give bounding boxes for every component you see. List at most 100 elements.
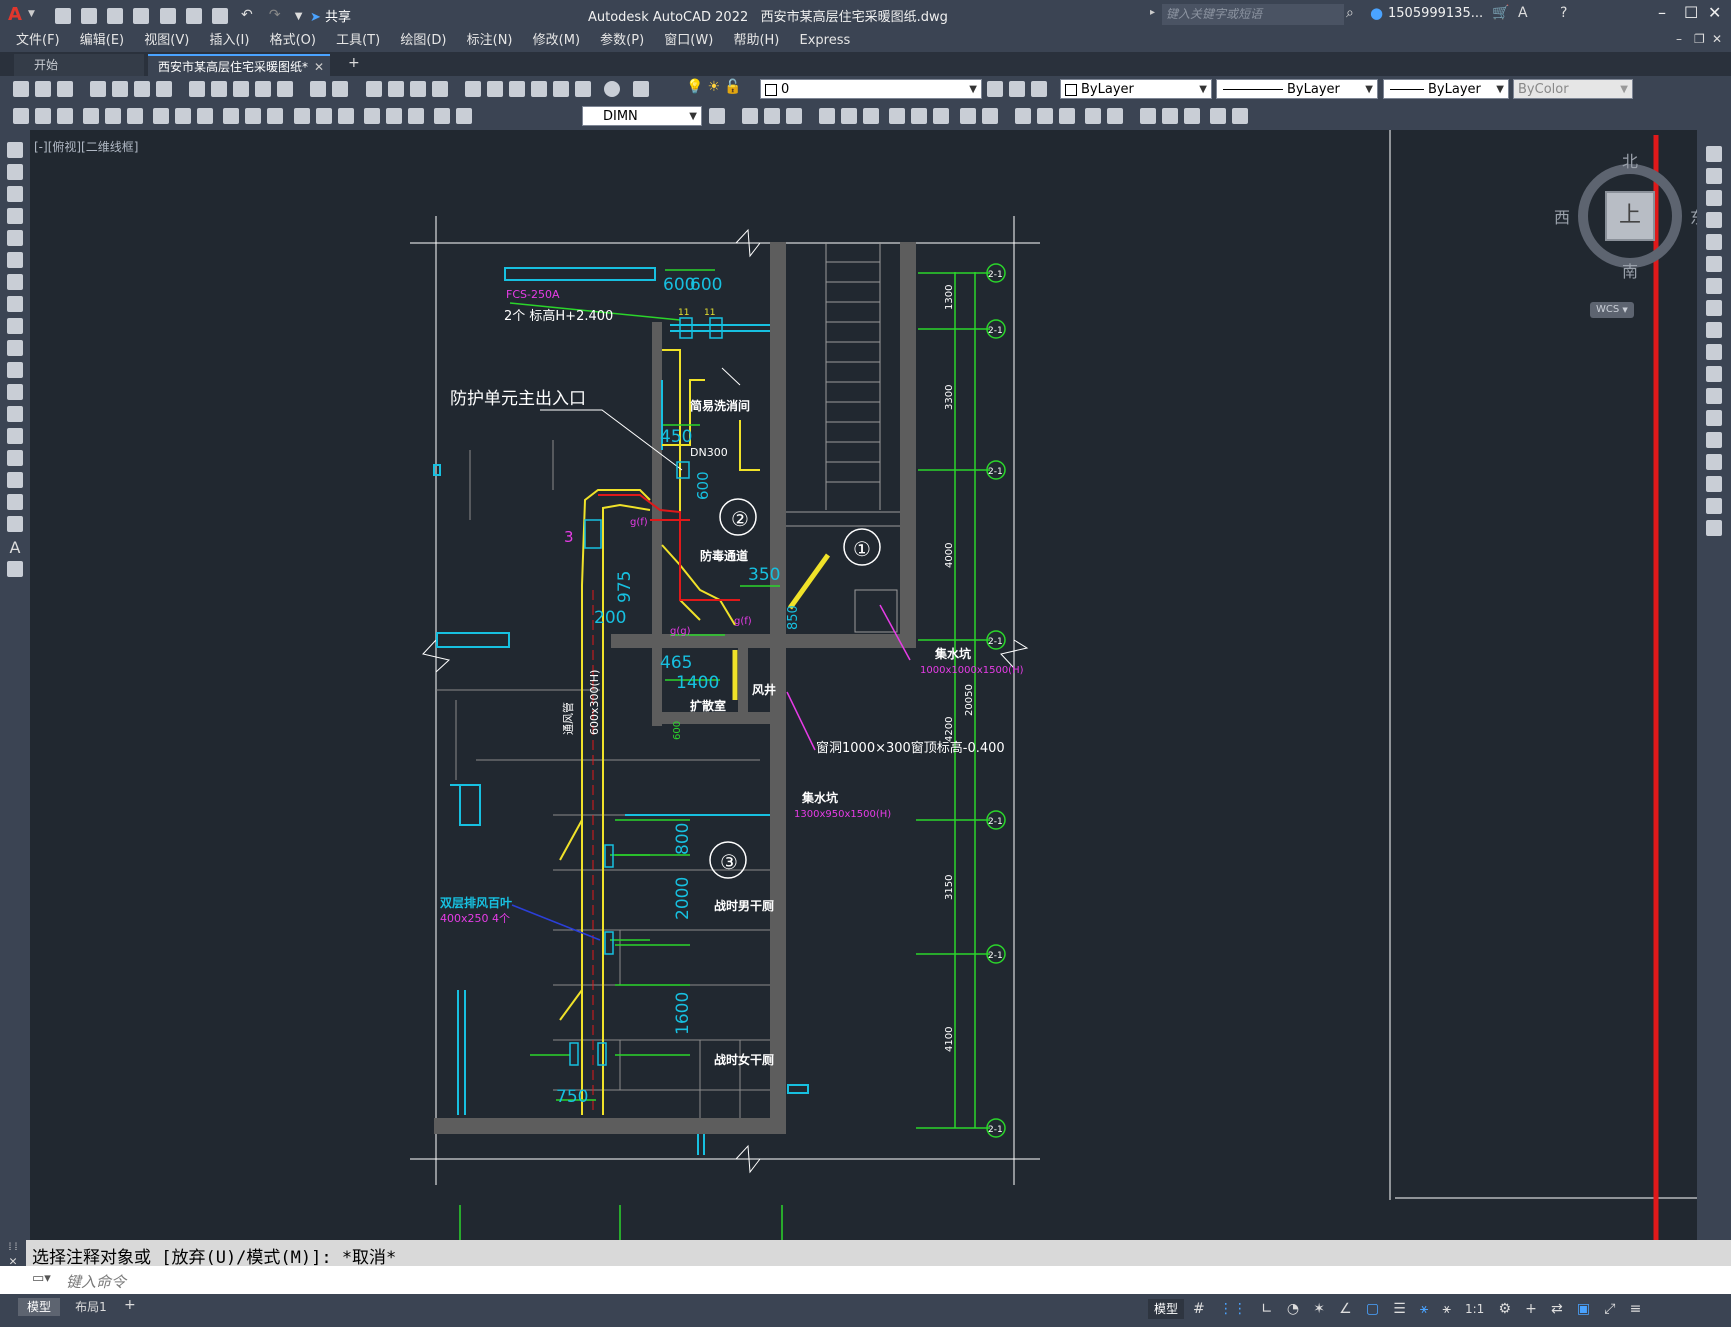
- polygon-icon[interactable]: [7, 208, 23, 224]
- lineweight-icon[interactable]: ☰: [1393, 1301, 1406, 1317]
- workspace-gear-icon[interactable]: ⚙: [1498, 1301, 1511, 1317]
- annotation-visibility-icon[interactable]: ⚹: [1420, 1301, 1428, 1317]
- minimize-icon[interactable]: –: [1658, 3, 1666, 22]
- user-name[interactable]: 1505999135...: [1388, 6, 1483, 21]
- polyline-icon[interactable]: [7, 186, 23, 202]
- annotation-scale[interactable]: 1:1: [1465, 1302, 1484, 1316]
- osnap-tracking-icon[interactable]: ∠: [1339, 1301, 1352, 1317]
- point-icon[interactable]: [7, 428, 23, 444]
- rectangle-icon[interactable]: [7, 230, 23, 246]
- properties-icon[interactable]: [464, 81, 481, 97]
- cut-icon[interactable]: [189, 81, 206, 97]
- extend-side-icon[interactable]: [1706, 366, 1722, 382]
- linetype-dropdown[interactable]: ByLayer ▼: [1216, 79, 1378, 99]
- preview-icon[interactable]: [112, 81, 129, 97]
- tab-close-icon[interactable]: ✕: [314, 56, 324, 78]
- menu-parametric[interactable]: 参数(P): [592, 30, 652, 52]
- text-front-icon[interactable]: [1210, 108, 1227, 124]
- tab-model[interactable]: 模型: [18, 1298, 60, 1316]
- isodraft-icon[interactable]: ✶: [1313, 1301, 1325, 1317]
- app-menu-chevron-icon[interactable]: ▼: [28, 9, 35, 19]
- qnew-icon[interactable]: [13, 81, 29, 97]
- break-side-icon[interactable]: [1706, 410, 1722, 426]
- customize-chevron-icon[interactable]: ▼: [295, 11, 303, 22]
- trim-side-icon[interactable]: [1706, 344, 1722, 360]
- erase-side-icon[interactable]: [1706, 146, 1722, 162]
- explode-icon[interactable]: [1106, 108, 1123, 124]
- layer-freeze-icon[interactable]: ☀: [708, 79, 721, 95]
- publish-icon[interactable]: [134, 81, 151, 97]
- doc-restore-icon[interactable]: ❐: [1694, 32, 1705, 46]
- plotstyle-dropdown[interactable]: ByColor ▼: [1513, 79, 1633, 99]
- mtext-icon[interactable]: A: [7, 538, 23, 557]
- tab-active-drawing[interactable]: 西安市某高层住宅采暖图纸* ✕: [148, 54, 330, 76]
- offset-icon[interactable]: [819, 108, 836, 124]
- user-icon[interactable]: ●: [1370, 4, 1383, 22]
- block-editor-icon[interactable]: [277, 81, 294, 97]
- line-icon[interactable]: [7, 142, 23, 158]
- array-side-icon[interactable]: [1706, 234, 1722, 250]
- grip-icon[interactable]: ⁞⁞: [0, 1242, 26, 1254]
- dim-diameter-icon[interactable]: [153, 108, 170, 124]
- move-icon[interactable]: [863, 108, 880, 124]
- zoom-window-icon[interactable]: [409, 81, 426, 97]
- bring-front-icon[interactable]: [1161, 108, 1178, 124]
- undo-icon[interactable]: ↶: [241, 7, 253, 23]
- join-side-icon[interactable]: [1706, 432, 1722, 448]
- paste-icon[interactable]: [233, 81, 250, 97]
- close-icon[interactable]: ✕: [1708, 3, 1721, 22]
- tolerance-icon[interactable]: [315, 108, 332, 124]
- add-selected-icon[interactable]: [7, 561, 23, 577]
- menu-tools[interactable]: 工具(T): [328, 30, 388, 52]
- open-icon[interactable]: [35, 81, 51, 97]
- menu-express[interactable]: Express: [792, 30, 859, 52]
- copy-side-icon[interactable]: [1706, 168, 1722, 184]
- dim-radius-icon[interactable]: [105, 108, 122, 124]
- autodesk-app-icon[interactable]: A: [1518, 5, 1528, 21]
- break-point-side-icon[interactable]: [1706, 388, 1722, 404]
- dimstyle-dropdown[interactable]: DIMN ▼: [582, 106, 702, 126]
- center-mark-icon[interactable]: [337, 108, 354, 124]
- add-layout-icon[interactable]: +: [124, 1297, 136, 1313]
- dim-jogged-icon[interactable]: [127, 108, 144, 124]
- spline-icon[interactable]: [7, 318, 23, 334]
- maximize-icon[interactable]: ☐: [1684, 3, 1698, 22]
- join-icon[interactable]: [1036, 108, 1053, 124]
- make-current-layer-icon[interactable]: [987, 81, 1003, 97]
- dim-arc-icon[interactable]: [57, 108, 73, 124]
- compass-south[interactable]: 南: [1622, 258, 1638, 282]
- pan-icon[interactable]: [365, 81, 382, 97]
- matchprop-icon[interactable]: [255, 81, 272, 97]
- polar-icon[interactable]: ◔: [1287, 1301, 1299, 1317]
- copy-icon[interactable]: [211, 81, 228, 97]
- dim-style-manager-icon[interactable]: [709, 108, 725, 124]
- table-icon[interactable]: [7, 516, 23, 532]
- redo-icon[interactable]: ↷: [269, 7, 281, 23]
- print-icon[interactable]: [90, 81, 107, 97]
- calculator-icon[interactable]: [574, 81, 591, 97]
- compass-west[interactable]: 西: [1554, 204, 1570, 228]
- command-line[interactable]: ▭▾ 键入命令: [0, 1266, 1731, 1294]
- hardware-accel-icon[interactable]: ▣: [1577, 1301, 1590, 1317]
- scale-icon[interactable]: [911, 108, 928, 124]
- scale-side-icon[interactable]: [1706, 300, 1722, 316]
- circle-icon[interactable]: [7, 274, 23, 290]
- help-tb-icon[interactable]: [603, 81, 620, 97]
- trim-icon[interactable]: [959, 108, 976, 124]
- menu-help[interactable]: 帮助(H): [725, 30, 787, 52]
- dim-text-edit-icon[interactable]: [433, 108, 450, 124]
- save-web-icon[interactable]: [185, 7, 202, 24]
- compass-east[interactable]: 东: [1690, 204, 1697, 228]
- zoom-realtime-icon[interactable]: [387, 81, 404, 97]
- mirror-icon[interactable]: [786, 108, 803, 124]
- tab-layout1[interactable]: 布局1: [70, 1298, 112, 1316]
- viewcube-top-face[interactable]: 上: [1605, 191, 1655, 241]
- redo-tb-icon[interactable]: [332, 81, 349, 97]
- stretch-side-icon[interactable]: [1706, 322, 1722, 338]
- layer-dropdown[interactable]: 0 ▼: [760, 79, 982, 99]
- menu-draw[interactable]: 绘图(D): [392, 30, 454, 52]
- hatch-icon[interactable]: [7, 450, 23, 466]
- open-file-icon[interactable]: [81, 7, 98, 24]
- menu-format[interactable]: 格式(O): [262, 30, 324, 52]
- tool-palettes-icon[interactable]: [508, 81, 525, 97]
